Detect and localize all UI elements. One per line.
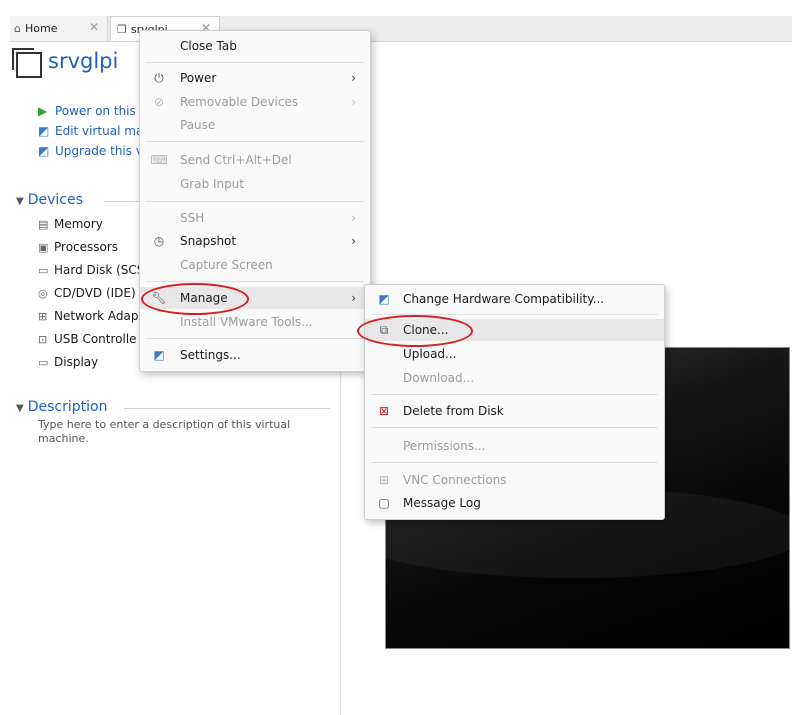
edit-vm-link[interactable]: ◩ Edit virtual ma bbox=[38, 121, 143, 141]
menu-separator bbox=[371, 394, 658, 395]
menu-item-manage[interactable]: 🔧︎ Manage › bbox=[140, 287, 370, 309]
play-icon: ▶ bbox=[38, 104, 48, 118]
divider bbox=[124, 408, 330, 409]
menu-item-snapshot[interactable]: ◷ Snapshot › bbox=[140, 230, 370, 252]
menu-item-ssh[interactable]: SSH › bbox=[140, 207, 370, 229]
menu-item-power[interactable]: ⏻ Power › bbox=[140, 67, 370, 89]
menu-item-pause[interactable]: Pause bbox=[140, 114, 370, 136]
tab-home[interactable]: ⌂ Home ✕ bbox=[10, 16, 108, 41]
upgrade-vm-icon: ◩ bbox=[38, 144, 50, 158]
home-icon: ⌂ bbox=[14, 22, 21, 35]
menu-item-capture-screen[interactable]: Capture Screen bbox=[140, 254, 370, 276]
clone-icon: ⧉ bbox=[379, 323, 389, 337]
removable-icon: ⊘ bbox=[153, 95, 165, 109]
chevron-right-icon: › bbox=[351, 234, 356, 248]
menu-separator bbox=[146, 141, 364, 142]
menu-item-message-log[interactable]: ▢ Message Log bbox=[365, 492, 664, 514]
menu-separator bbox=[146, 201, 364, 202]
menu-separator bbox=[371, 314, 658, 315]
devices-section-header[interactable]: ▼ Devices bbox=[16, 192, 334, 208]
description-section-header[interactable]: ▼ Description bbox=[16, 399, 330, 415]
chevron-right-icon: › bbox=[351, 211, 356, 225]
vm-icon bbox=[12, 48, 42, 78]
context-menu: Close Tab ⏻ Power › ⊘ Removable Devices … bbox=[139, 30, 371, 372]
processor-icon: ▣ bbox=[38, 241, 49, 254]
menu-separator bbox=[146, 281, 364, 282]
chevron-right-icon: › bbox=[351, 71, 356, 85]
menu-separator bbox=[146, 62, 364, 63]
vm-icon: ❐ bbox=[117, 22, 127, 36]
menu-item-upload[interactable]: Upload... bbox=[365, 343, 664, 365]
menu-item-settings[interactable]: ◩ Settings... bbox=[140, 344, 370, 366]
tab-bar: ⌂ Home ✕ ❐ srvglpi ✕ bbox=[10, 16, 792, 42]
menu-item-close-tab[interactable]: Close Tab bbox=[140, 35, 370, 57]
upgrade-vm-link[interactable]: ◩ Upgrade this v bbox=[38, 141, 143, 161]
wrench-icon: 🔧︎ bbox=[151, 291, 167, 305]
settings-icon: ◩ bbox=[153, 348, 165, 362]
menu-item-change-hardware-compatibility[interactable]: ◩ Change Hardware Compatibility... bbox=[365, 288, 664, 310]
menu-separator bbox=[371, 427, 658, 428]
device-display[interactable]: ▭ Display bbox=[38, 351, 144, 374]
menu-item-removable-devices[interactable]: ⊘ Removable Devices › bbox=[140, 91, 370, 113]
menu-item-clone[interactable]: ⧉ Clone... bbox=[365, 319, 664, 341]
cd-icon: ◎ bbox=[38, 287, 48, 300]
menu-separator bbox=[146, 338, 364, 339]
chevron-down-icon: ▼ bbox=[16, 403, 24, 414]
vmware-workstation-window: ⌂ Home ✕ ❐ srvglpi ✕ srvglpi ▶ Power on t… bbox=[0, 0, 792, 715]
manage-submenu: ◩ Change Hardware Compatibility... ⧉ Clo… bbox=[364, 284, 665, 520]
menu-item-grab-input[interactable]: Grab Input bbox=[140, 173, 370, 195]
power-on-link[interactable]: ▶ Power on this bbox=[38, 101, 143, 121]
chevron-right-icon: › bbox=[351, 291, 356, 305]
device-cd-dvd[interactable]: ◎ CD/DVD (IDE) bbox=[38, 282, 144, 305]
message-log-icon: ▢ bbox=[378, 496, 390, 510]
menu-item-vnc-connections[interactable]: ⊞ VNC Connections bbox=[365, 469, 664, 491]
display-icon: ▭ bbox=[38, 356, 49, 369]
device-processors[interactable]: ▣ Processors bbox=[38, 236, 144, 259]
menu-separator bbox=[371, 462, 658, 463]
page-title: srvglpi bbox=[48, 49, 119, 73]
menu-item-download[interactable]: Download... bbox=[365, 367, 664, 389]
tab-home-label: Home bbox=[24, 22, 58, 35]
menu-item-send-ctrl-alt-del[interactable]: ⌨ Send Ctrl+Alt+Del bbox=[140, 149, 370, 171]
device-memory[interactable]: ▤ Memory bbox=[38, 213, 144, 236]
chevron-right-icon: › bbox=[351, 95, 356, 109]
hw-compat-icon: ◩ bbox=[378, 292, 390, 306]
memory-icon: ▤ bbox=[38, 218, 49, 231]
usb-icon: ⊡ bbox=[38, 333, 48, 346]
delete-disk-icon: ⊠ bbox=[378, 404, 390, 418]
vnc-icon: ⊞ bbox=[378, 473, 390, 487]
network-icon: ⊞ bbox=[38, 310, 48, 323]
keyboard-icon: ⌨ bbox=[150, 153, 168, 167]
vm-actions: ▶ Power on this ◩ Edit virtual ma ◩ Upgrade… bbox=[38, 101, 143, 161]
power-icon: ⏻ bbox=[154, 71, 164, 85]
device-list: ▤ Memory ▣ Processors ▭ Hard Disk (SCS ◎ CD/… bbox=[38, 213, 144, 374]
device-network-adapter[interactable]: ⊞ Network Adap bbox=[38, 305, 144, 328]
menu-item-delete-from-disk[interactable]: ⊠ Delete from Disk bbox=[365, 400, 664, 422]
edit-vm-icon: ◩ bbox=[38, 124, 50, 138]
device-hard-disk[interactable]: ▭ Hard Disk (SCS bbox=[38, 259, 144, 282]
menu-item-install-vmware-tools[interactable]: Install VMware Tools... bbox=[140, 311, 370, 333]
device-usb-controller[interactable]: ⊡ USB Controlle bbox=[38, 328, 144, 351]
snapshot-icon: ◷ bbox=[153, 234, 165, 248]
menu-item-permissions[interactable]: Permissions... bbox=[365, 435, 664, 457]
close-icon[interactable]: ✕ bbox=[89, 20, 99, 34]
chevron-down-icon: ▼ bbox=[16, 196, 24, 207]
harddisk-icon: ▭ bbox=[38, 264, 49, 277]
description-input[interactable]: Type here to enter a description of this… bbox=[38, 418, 308, 446]
